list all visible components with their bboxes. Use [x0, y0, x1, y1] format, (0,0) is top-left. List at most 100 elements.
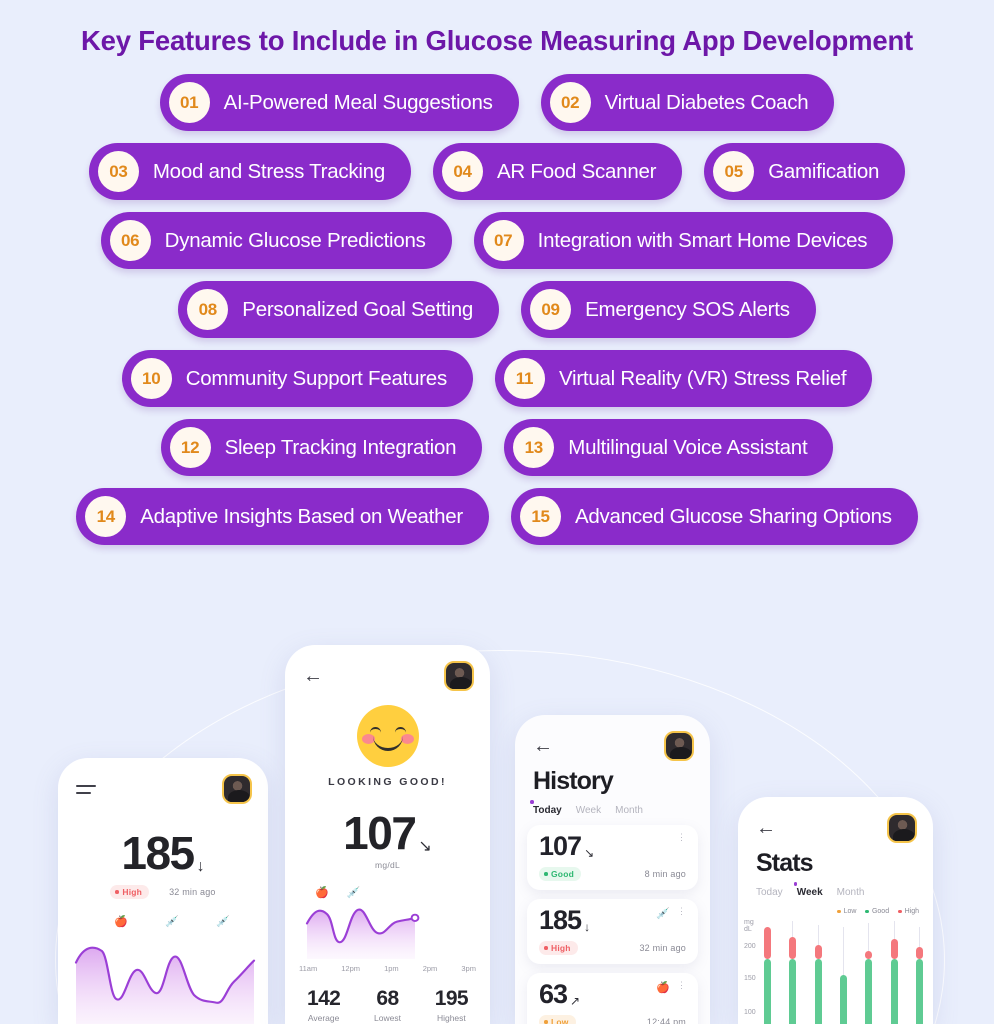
- event-icon-row: 🍎 💉: [285, 886, 490, 899]
- dashboard-reading-block: 185 ↓: [58, 830, 268, 876]
- feature-label: Adaptive Insights Based on Weather: [140, 504, 463, 528]
- avatar[interactable]: [664, 731, 694, 761]
- glucose-unit: mg/dL: [374, 860, 401, 870]
- tab-today[interactable]: Today: [756, 887, 783, 898]
- feature-pill-01[interactable]: 01 AI-Powered Meal Suggestions: [159, 74, 519, 132]
- stat-label: Lowest: [374, 1013, 401, 1023]
- dashboard-header: [58, 758, 268, 804]
- status-dot-icon: [544, 946, 548, 950]
- tab-month[interactable]: Month: [615, 805, 643, 816]
- syringe-icon: 💉: [216, 916, 230, 928]
- tab-week[interactable]: Week: [793, 882, 823, 898]
- feature-row: 14 Adaptive Insights Based on Weather 15…: [0, 488, 994, 546]
- dashboard-meta: High 32 min ago: [58, 885, 268, 899]
- more-options-icon[interactable]: ⋮: [677, 981, 686, 990]
- status-dot-icon: [544, 1020, 548, 1024]
- feature-number-badge: 09: [530, 289, 572, 331]
- feature-label: Gamification: [768, 159, 880, 183]
- feature-pill-12[interactable]: 12 Sleep Tracking Integration: [160, 419, 483, 477]
- feature-number-badge: 12: [169, 427, 211, 469]
- feature-pill-10[interactable]: 10 Community Support Features: [121, 350, 473, 408]
- feature-row: 06 Dynamic Glucose Predictions 07 Integr…: [0, 212, 994, 270]
- trend-arrow-icon: ↘: [584, 846, 595, 860]
- y-tick: 200: [744, 943, 756, 950]
- feature-label: AR Food Scanner: [497, 159, 657, 183]
- tab-month[interactable]: Month: [837, 887, 865, 898]
- feature-number-badge: 08: [187, 289, 229, 331]
- syringe-icon: 💉: [346, 887, 361, 899]
- feature-row: 10 Community Support Features 11 Virtual…: [0, 350, 994, 408]
- trend-arrow-icon: ↓: [196, 858, 205, 875]
- x-tick: 1pm: [384, 964, 399, 973]
- chart-x-axis: 11am 12pm 1pm 2pm 3pm: [285, 964, 490, 973]
- avatar[interactable]: [887, 813, 917, 843]
- feature-number-badge: 13: [513, 427, 555, 469]
- status-badge: High: [110, 885, 150, 899]
- feature-pill-03[interactable]: 03 Mood and Stress Tracking: [88, 143, 411, 201]
- feature-pill-07[interactable]: 07 Integration with Smart Home Devices: [473, 212, 894, 270]
- feature-pill-06[interactable]: 06 Dynamic Glucose Predictions: [100, 212, 452, 270]
- feature-label: Multilingual Voice Assistant: [568, 435, 808, 459]
- feature-number-badge: 05: [713, 151, 755, 193]
- feature-label: Dynamic Glucose Predictions: [164, 228, 426, 252]
- status-dot-icon: [544, 872, 548, 876]
- feature-pill-05[interactable]: 05 Gamification: [704, 143, 906, 201]
- back-arrow-icon[interactable]: ←: [533, 736, 553, 756]
- feature-row: 08 Personalized Goal Setting 09 Emergenc…: [0, 281, 994, 339]
- more-options-icon[interactable]: ⋮: [677, 907, 686, 916]
- feature-pill-15[interactable]: 15 Advanced Glucose Sharing Options: [510, 488, 918, 546]
- page-title: Key Features to Include in Glucose Measu…: [80, 25, 913, 56]
- back-arrow-icon[interactable]: ←: [756, 818, 776, 838]
- status-label: High: [551, 943, 571, 953]
- history-entry[interactable]: 107 ↘ ⋮ Good 8 min ago: [527, 825, 698, 890]
- phone-dashboard: 185 ↓ High 32 min ago 🍎 💉 💉: [58, 758, 268, 1024]
- phone-mockups: 185 ↓ High 32 min ago 🍎 💉 💉 ← LOOKING GO…: [0, 628, 994, 1024]
- tab-today[interactable]: Today: [530, 800, 562, 816]
- bar-column: [789, 917, 797, 1024]
- feature-label: AI-Powered Meal Suggestions: [223, 90, 493, 114]
- more-options-icon[interactable]: ⋮: [677, 833, 686, 842]
- tab-week[interactable]: Week: [576, 805, 601, 816]
- feature-label: Mood and Stress Tracking: [152, 159, 385, 183]
- glucose-area-chart: [305, 908, 420, 959]
- feature-number-badge: 03: [97, 151, 139, 193]
- feature-pill-14[interactable]: 14 Adaptive Insights Based on Weather: [76, 488, 489, 546]
- avatar[interactable]: [222, 774, 252, 804]
- chart-y-axis: mg dL 200 150 100: [744, 917, 766, 1024]
- feature-pill-02[interactable]: 02 Virtual Diabetes Coach: [540, 74, 835, 132]
- history-entry[interactable]: 63 ↗ 🍎 ⋮ Low 12:44 pm: [527, 973, 698, 1024]
- legend-item-high: High: [898, 908, 919, 915]
- feature-pill-11[interactable]: 11 Virtual Reality (VR) Stress Relief: [494, 350, 873, 408]
- feature-label: Community Support Features: [185, 366, 448, 390]
- legend-label: Good: [871, 908, 890, 915]
- chart-legend: Low Good High: [738, 908, 933, 915]
- phone-detail: ← LOOKING GOOD! 107 ↘ mg/dL 🍎 💉 11am 12p…: [285, 645, 490, 1024]
- feature-number-badge: 02: [549, 82, 591, 124]
- trend-arrow-icon: ↘: [418, 838, 432, 855]
- feature-pill-13[interactable]: 13 Multilingual Voice Assistant: [504, 419, 834, 477]
- avatar[interactable]: [444, 661, 474, 691]
- feature-number-badge: 11: [503, 358, 545, 400]
- summary-stat: 68 Lowest: [374, 987, 401, 1023]
- entry-value: 63: [539, 979, 568, 1009]
- legend-label: Low: [843, 908, 857, 915]
- feature-label: Virtual Reality (VR) Stress Relief: [558, 366, 847, 390]
- feature-pill-04[interactable]: 04 AR Food Scanner: [433, 143, 683, 201]
- stat-label: Average: [307, 1013, 340, 1023]
- back-arrow-icon[interactable]: ←: [303, 666, 323, 686]
- bar-column: [814, 917, 822, 1024]
- stat-label: Highest: [436, 1013, 466, 1023]
- feature-label: Personalized Goal Setting: [242, 297, 474, 321]
- y-axis-unit: mg dL: [744, 919, 754, 934]
- y-tick: 100: [744, 1009, 756, 1016]
- menu-icon[interactable]: [76, 784, 96, 794]
- feature-label: Emergency SOS Alerts: [585, 297, 790, 321]
- feature-pill-09[interactable]: 09 Emergency SOS Alerts: [521, 281, 816, 339]
- feature-pill-08[interactable]: 08 Personalized Goal Setting: [178, 281, 500, 339]
- phone-stats: ← Stats Today Week Month Low Good High m…: [738, 797, 933, 1024]
- summary-stats: 142 Average 68 Lowest 195 Highest: [285, 987, 490, 1023]
- smiling-face-icon: [356, 705, 419, 767]
- feature-label: Integration with Smart Home Devices: [537, 228, 868, 252]
- history-entry[interactable]: 185 ↓ 💉 ⋮ High 32 min ago: [527, 899, 698, 964]
- glucose-bar-chart: mg dL 200 150 100: [738, 917, 933, 1024]
